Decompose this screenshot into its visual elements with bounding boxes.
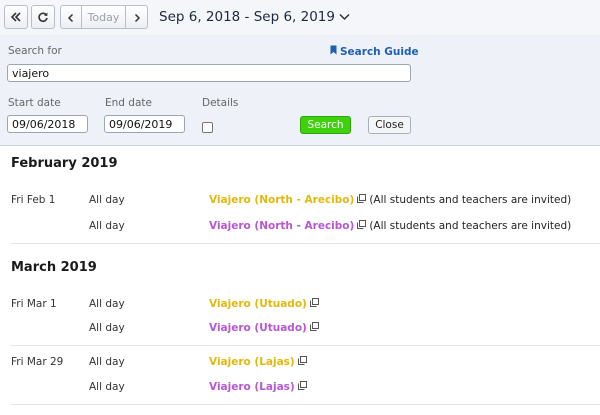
search-panel: Search for Search Guide Start date End d… (0, 35, 600, 146)
event-entry: Viajero (North - Arecibo) (All students … (209, 194, 571, 206)
end-date-field[interactable] (104, 115, 185, 133)
start-date-label: Start date (8, 97, 61, 109)
divider (11, 404, 600, 405)
event-note: (All students and teachers are invited) (369, 194, 572, 206)
search-guide-link[interactable]: Search Guide (330, 45, 419, 58)
popup-icon[interactable] (357, 194, 367, 206)
calendar-toolbar: Today Sep 6, 2018 - Sep 6, 2019 (0, 0, 600, 35)
search-for-label: Search for (8, 45, 62, 57)
event-title-link[interactable]: Viajero (North - Arecibo) (209, 220, 354, 232)
event-note: (All students and teachers are invited) (369, 220, 572, 232)
double-chevron-left-icon (10, 11, 22, 23)
bookmark-icon (330, 45, 337, 58)
date-range-selector[interactable]: Sep 6, 2018 - Sep 6, 2019 (159, 9, 350, 25)
event-title-link[interactable]: Viajero (Lajas) (209, 381, 295, 393)
event-row: All day Viajero (North - Arecibo) (All s… (0, 220, 600, 238)
chevron-right-icon (132, 8, 142, 27)
refresh-icon (37, 11, 49, 23)
date-nav-group: Today (60, 5, 148, 29)
event-date: Fri Mar 29 (11, 356, 64, 368)
event-title-link[interactable]: Viajero (Utuado) (209, 322, 307, 334)
jump-to-start-button[interactable] (4, 5, 28, 29)
event-time: All day (89, 356, 125, 368)
month-heading: February 2019 (11, 156, 118, 171)
event-time: All day (89, 220, 125, 232)
next-button[interactable] (126, 5, 148, 29)
chevron-left-icon (66, 8, 76, 27)
event-title-link[interactable]: Viajero (Utuado) (209, 298, 307, 310)
end-date-label: End date (105, 97, 152, 109)
event-time: All day (89, 381, 125, 393)
refresh-button[interactable] (31, 5, 55, 29)
today-button[interactable]: Today (82, 5, 126, 29)
event-time: All day (89, 298, 125, 310)
popup-icon[interactable] (297, 381, 307, 393)
search-input[interactable] (7, 64, 411, 82)
previous-button[interactable] (60, 5, 82, 29)
chevron-down-icon (339, 9, 350, 25)
details-label: Details (202, 97, 239, 109)
popup-icon[interactable] (297, 356, 307, 368)
search-button[interactable]: Search (300, 116, 351, 134)
month-heading: March 2019 (11, 260, 97, 275)
event-row: All day Viajero (Utuado) (0, 322, 600, 340)
divider (11, 345, 600, 346)
event-entry: Viajero (Lajas) (209, 356, 307, 368)
event-entry: Viajero (Lajas) (209, 381, 307, 393)
event-row: Fri Feb 1 All day Viajero (North - Areci… (0, 194, 600, 212)
event-entry: Viajero (North - Arecibo) (All students … (209, 220, 571, 232)
event-date: Fri Mar 1 (11, 298, 57, 310)
divider (11, 243, 600, 244)
event-title-link[interactable]: Viajero (Lajas) (209, 356, 295, 368)
close-button[interactable]: Close (368, 116, 411, 134)
event-entry: Viajero (Utuado) (209, 322, 319, 334)
event-time: All day (89, 194, 125, 206)
event-entry: Viajero (Utuado) (209, 298, 319, 310)
start-date-field[interactable] (7, 115, 88, 133)
event-time: All day (89, 322, 125, 334)
event-date: Fri Feb 1 (11, 194, 56, 206)
event-row: Fri Mar 29 All day Viajero (Lajas) (0, 356, 600, 374)
details-checkbox[interactable] (202, 122, 213, 133)
event-row: Fri Mar 1 All day Viajero (Utuado) (0, 298, 600, 316)
popup-icon[interactable] (309, 322, 319, 334)
popup-icon[interactable] (309, 298, 319, 310)
popup-icon[interactable] (357, 220, 367, 232)
search-guide-label: Search Guide (340, 45, 419, 58)
event-title-link[interactable]: Viajero (North - Arecibo) (209, 194, 354, 206)
event-row: All day Viajero (Lajas) (0, 381, 600, 399)
date-range-label: Sep 6, 2018 - Sep 6, 2019 (159, 9, 335, 25)
